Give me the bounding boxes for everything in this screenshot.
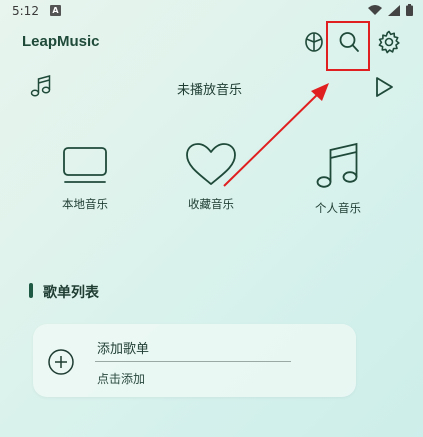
play-button[interactable] <box>373 75 395 99</box>
category-label: 个人音乐 <box>315 201 361 215</box>
playlist-divider <box>95 361 291 362</box>
settings-button[interactable] <box>377 30 401 54</box>
heart-icon <box>186 143 236 185</box>
category-label: 本地音乐 <box>62 197 108 211</box>
section-accent-bar <box>29 283 33 298</box>
add-playlist-button[interactable] <box>47 348 75 376</box>
shuffle-button[interactable] <box>303 31 325 53</box>
monitor-icon <box>63 147 107 183</box>
wifi-icon <box>368 4 382 15</box>
playlist-add-subtitle: 点击添加 <box>97 372 146 386</box>
play-icon <box>376 77 393 97</box>
gear-icon <box>378 30 400 54</box>
category-personal-music[interactable]: 个人音乐 <box>283 142 393 216</box>
status-indicators <box>368 4 413 16</box>
battery-icon <box>406 4 413 16</box>
category-local-music[interactable]: 本地音乐 <box>30 142 140 212</box>
app-title: LeapMusic <box>22 33 100 50</box>
section-title: 歌单列表 <box>43 285 99 301</box>
now-playing-text[interactable]: 未播放音乐 <box>177 79 242 98</box>
music-note-button[interactable] <box>30 74 52 98</box>
music-notes-icon <box>316 142 358 188</box>
signal-icon <box>388 4 400 16</box>
category-favorite-music[interactable]: 收藏音乐 <box>156 142 266 212</box>
music-note-icon <box>30 75 51 97</box>
category-label: 收藏音乐 <box>188 197 234 211</box>
playlist-add-title: 添加歌单 <box>97 342 150 357</box>
status-time: 5:12 <box>12 4 39 18</box>
notification-badge: A <box>50 5 61 16</box>
search-highlight-box <box>326 21 370 71</box>
shuffle-icon <box>305 32 323 52</box>
plus-circle-icon <box>48 349 74 375</box>
